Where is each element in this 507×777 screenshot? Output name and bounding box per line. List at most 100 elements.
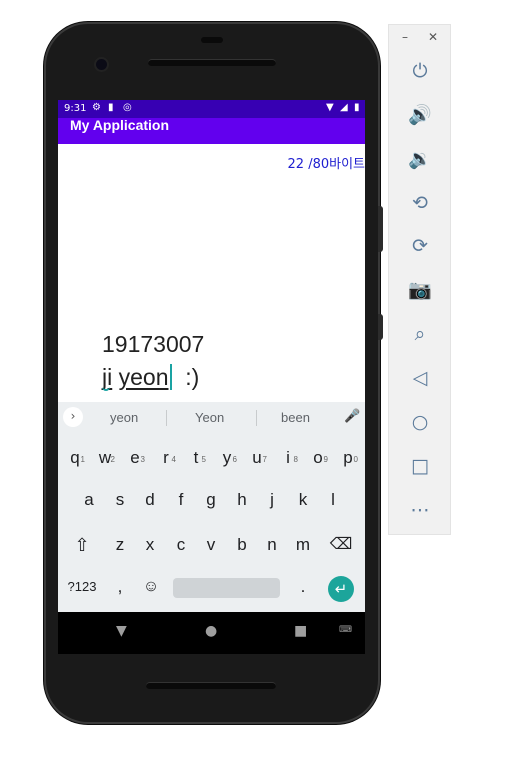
nav-overview-icon[interactable]: ■ [294,623,307,639]
key-a[interactable]: a [75,481,103,519]
bottom-speaker [146,682,276,689]
volume-side-button[interactable] [378,206,383,252]
composing-word-2: yeon [118,364,169,390]
keyboard-switch-icon[interactable]: ⌨ [339,625,352,635]
zoom-icon[interactable]: ⌕ [407,321,433,347]
key-d[interactable]: d [136,481,164,519]
key-u[interactable]: 7u [243,439,271,477]
rotate-right-icon[interactable]: ⟳ [407,233,433,259]
key-p[interactable]: 0p [334,439,362,477]
enter-icon[interactable]: ↵ [328,576,354,602]
key-r[interactable]: 4r [152,439,180,477]
key-hint: 4 [171,455,176,464]
backspace-icon[interactable]: ⌫ [325,526,357,564]
key-hint: 3 [140,455,145,464]
suggestion-1[interactable]: yeon [110,410,138,425]
edit-text-line1: 19173007 [102,331,205,357]
top-speaker [148,59,276,66]
symbols-key[interactable]: ?123 [62,568,102,606]
volume-down-icon[interactable]: 🔉 [407,146,433,172]
key-c[interactable]: c [167,526,195,564]
edit-text-tail: :) [172,364,200,390]
wifi-icon: ▼ [326,102,334,113]
byte-counter: 22 /80바이트 [287,157,365,172]
key-f[interactable]: f [167,481,195,519]
text-cursor [169,364,172,390]
key-label: r [163,448,169,467]
key-hint: 2 [110,455,115,464]
key-k[interactable]: k [289,481,317,519]
status-time: 9:31 [64,103,87,114]
soft-keyboard: › yeon Yeon been 🎤 1q 2w 3e 4r 5t 6y 7u … [58,402,365,612]
earpiece [201,37,223,43]
key-label: q [70,448,80,467]
nav-home-icon[interactable]: ● [205,623,217,639]
power-side-button[interactable] [378,314,383,340]
key-i[interactable]: 8i [274,439,302,477]
key-y[interactable]: 6y [213,439,241,477]
rotate-left-icon[interactable]: ⟲ [407,190,433,216]
key-label: e [130,448,140,467]
nav-back-icon[interactable]: ▼ [116,623,127,639]
key-h[interactable]: h [228,481,256,519]
key-m[interactable]: m [289,526,317,564]
key-label: w [98,448,112,467]
edit-text[interactable]: 19173007 ji yeon :) [102,328,204,394]
key-j[interactable]: j [258,481,286,519]
more-icon[interactable]: ⋯ [407,497,433,523]
shift-icon[interactable]: ⇧ [66,526,98,564]
battery-icon: ▮ [354,102,360,113]
period-key[interactable]: . [290,568,316,606]
comma-key[interactable]: , [108,568,132,606]
suggestion-2[interactable]: Yeon [195,410,224,425]
key-label: u [252,448,262,467]
emulator-toolbar: – ✕ ⏻ 🔊 🔉 ⟲ ⟳ 📷 ⌕ ◁ ○ □ ⋯ [388,24,451,535]
power-icon[interactable]: ⏻ [407,58,433,84]
minimize-icon[interactable]: – [402,30,408,44]
key-x[interactable]: x [136,526,164,564]
microphone-icon[interactable]: 🎤 [344,409,360,424]
status-bar: 9:31 ⚙ ▮ ◎ ▼ ◢ ▮ [58,100,365,118]
suggestion-divider [166,410,167,426]
key-v[interactable]: v [197,526,225,564]
key-hint: 0 [353,455,358,464]
key-o[interactable]: 9o [304,439,332,477]
space-bar[interactable] [173,578,280,598]
key-hint: 7 [262,455,267,464]
key-l[interactable]: l [319,481,347,519]
app-bar: My Application [58,117,365,144]
key-label: t [193,448,199,467]
suggestion-3[interactable]: been [281,410,310,425]
volume-up-icon[interactable]: 🔊 [407,102,433,128]
back-icon[interactable]: ◁ [407,365,433,391]
chevron-right-icon[interactable]: › [63,407,83,427]
key-s[interactable]: s [106,481,134,519]
front-camera [96,59,107,70]
key-label: o [313,448,323,467]
key-hint: 8 [293,455,298,464]
home-icon[interactable]: ○ [407,409,433,435]
sd-card-icon: ▮ [108,102,114,113]
data-saver-icon: ◎ [123,102,132,113]
close-icon[interactable]: ✕ [428,30,438,44]
key-w[interactable]: 2w [91,439,119,477]
key-n[interactable]: n [258,526,286,564]
key-b[interactable]: b [228,526,256,564]
suggestion-strip: › yeon Yeon been 🎤 [58,402,365,432]
key-label: i [286,448,290,467]
camera-icon[interactable]: 📷 [407,277,433,303]
overview-icon[interactable]: □ [407,453,433,479]
key-q[interactable]: 1q [61,439,89,477]
emoji-icon[interactable]: ☺ [138,568,164,606]
key-t[interactable]: 5t [182,439,210,477]
key-z[interactable]: z [106,526,134,564]
edit-text-line2: ji yeon :) [102,361,204,394]
key-hint: 6 [232,455,237,464]
signal-icon: ◢ [340,102,348,113]
key-hint: 9 [323,455,328,464]
key-e[interactable]: 3e [121,439,149,477]
key-hint: 1 [80,455,85,464]
key-g[interactable]: g [197,481,225,519]
navigation-bar: ▼ ● ■ ⌨ [58,612,365,654]
device-screen: 9:31 ⚙ ▮ ◎ ▼ ◢ ▮ My Application 22 /80바이… [58,100,365,654]
